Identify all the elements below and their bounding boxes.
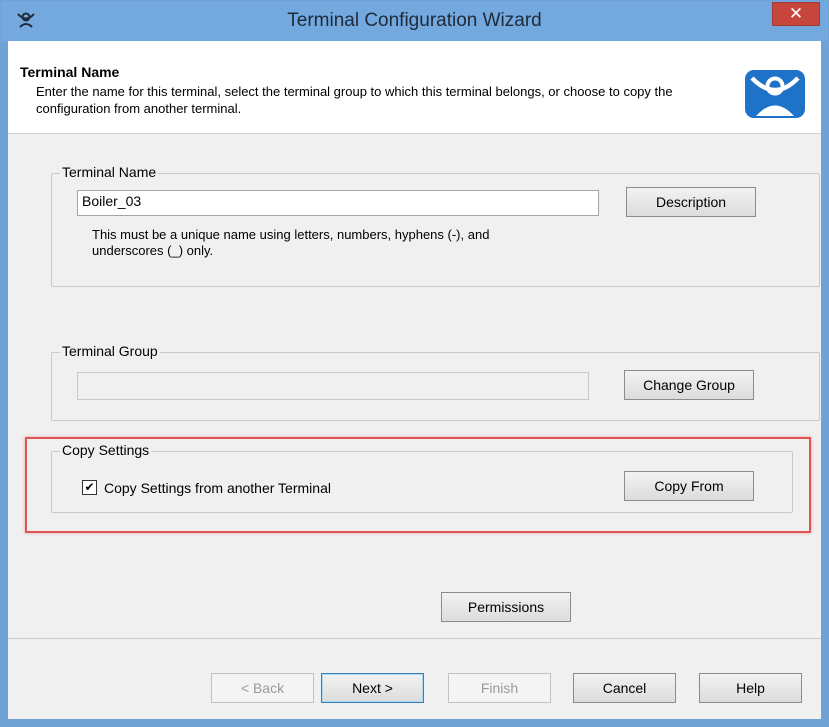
- red-highlight-box: [25, 437, 811, 533]
- next-button[interactable]: Next >: [321, 673, 424, 703]
- terminal-name-input[interactable]: Boiler_03: [77, 190, 599, 216]
- permissions-button[interactable]: Permissions: [441, 592, 571, 622]
- page-description: Enter the name for this terminal, select…: [36, 84, 673, 116]
- terminal-group-group: Terminal Group Change Group: [51, 343, 820, 421]
- page-title: Terminal Name: [20, 64, 120, 80]
- title-bar[interactable]: Terminal Configuration Wizard ✕: [1, 1, 828, 41]
- terminal-group-input: [77, 372, 589, 400]
- wizard-body: Terminal Name Enter the name for this te…: [8, 41, 821, 719]
- terminal-name-hint: This must be a unique name using letters…: [92, 227, 490, 258]
- terminal-group-legend: Terminal Group: [60, 343, 160, 359]
- help-button[interactable]: Help: [699, 673, 802, 703]
- description-button[interactable]: Description: [626, 187, 756, 217]
- window-title: Terminal Configuration Wizard: [287, 10, 542, 31]
- close-button[interactable]: ✕: [772, 2, 820, 26]
- terminal-name-group: Terminal Name Boiler_03 Description This…: [51, 164, 820, 287]
- wizard-window: Terminal Configuration Wizard ✕ Terminal…: [0, 0, 829, 727]
- footer-separator: [8, 638, 821, 639]
- finish-button: Finish: [448, 673, 551, 703]
- cancel-button[interactable]: Cancel: [573, 673, 676, 703]
- terminal-name-legend: Terminal Name: [60, 164, 159, 180]
- wizard-header: Terminal Name Enter the name for this te…: [8, 41, 821, 134]
- change-group-button[interactable]: Change Group: [624, 370, 754, 400]
- thinmanager-logo-icon: [745, 70, 805, 118]
- back-button: < Back: [211, 673, 314, 703]
